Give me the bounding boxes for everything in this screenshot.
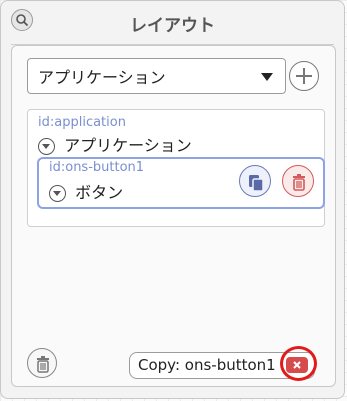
tree-node-application[interactable]: id:application アプリケーション: [38, 115, 192, 156]
node-id-label: id:ons-button1: [49, 160, 145, 175]
node-label: アプリケーション: [64, 136, 192, 155]
root-select[interactable]: アプリケーション: [27, 58, 286, 94]
trash-button[interactable]: [27, 348, 57, 378]
delete-node-button[interactable]: [282, 165, 314, 197]
highlight-ring: [280, 346, 317, 381]
copy-icon: [249, 175, 264, 192]
page-title: レイアウト: [130, 16, 215, 36]
expand-icon[interactable]: [38, 138, 55, 155]
expand-icon[interactable]: [49, 185, 66, 202]
node-id-label: id:application: [38, 115, 126, 130]
layout-panel: レイアウト アプリケーション id:application アプリケーション i…: [0, 0, 345, 399]
root-select-value: アプリケーション: [38, 68, 166, 87]
add-button[interactable]: [289, 61, 319, 91]
trash-icon: [37, 356, 49, 373]
layout-tree: id:application アプリケーション id:ons-button1 ボ…: [27, 109, 325, 227]
node-label: ボタン: [75, 183, 124, 202]
trash-icon: [293, 174, 305, 191]
tree-node-ons-button1[interactable]: id:ons-button1 ボタン: [37, 157, 325, 209]
panel-header: レイアウト: [1, 1, 344, 45]
layout-content: アプリケーション id:application アプリケーション id:ons-…: [11, 45, 336, 387]
chevron-down-icon: [261, 73, 273, 81]
copy-node-button[interactable]: [239, 165, 271, 197]
